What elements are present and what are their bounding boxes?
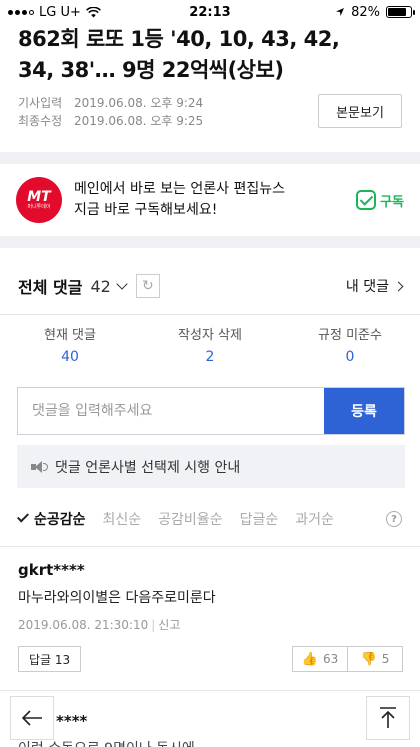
comment-meta: 2019.06.08. 21:30:10 | 신고 — [18, 618, 181, 632]
chevron-right-icon — [393, 281, 404, 291]
mt-logo: MT 머니투데이 — [16, 177, 62, 223]
like-button[interactable]: 👍 63 — [292, 646, 348, 672]
divider — [0, 546, 420, 547]
status-bar: LG U+ 22:13 82% — [0, 0, 420, 24]
sort-tab-oldest[interactable]: 과거순 — [295, 509, 334, 529]
input-date: 2019.06.08. 오후 9:24 — [74, 96, 204, 110]
like-count: 63 — [322, 652, 339, 666]
my-comments-link[interactable]: 내 댓글 — [345, 276, 404, 296]
dislike-button[interactable]: 👎 5 — [347, 646, 403, 672]
stat-value: 0 — [345, 349, 355, 365]
article-header: 862회 로또 1등 '40, 10, 43, 42, 34, 38'… 9명 … — [0, 24, 420, 152]
info-icon[interactable]: ? — [386, 511, 402, 527]
arrow-left-icon — [21, 710, 42, 726]
comment-stats: 현재 댓글 40 작성자 삭제 2 규정 미준수 0 — [0, 326, 420, 374]
stat-label: 현재 댓글 — [44, 328, 96, 343]
sort-tab-latest[interactable]: 최신순 — [103, 509, 142, 529]
speaker-icon — [31, 460, 49, 474]
promo-line-1: 메인에서 바로 보는 언론사 편집뉴스 — [74, 181, 285, 197]
view-original-button[interactable]: 본문보기 — [318, 94, 402, 128]
battery-percent: 82% — [351, 4, 380, 20]
comment-actions: 답글 13 👍 63 👎 5 — [18, 646, 403, 672]
comment-date: 2019.06.08. 21:30:10 — [18, 618, 149, 632]
subscribe-label: 구독 — [380, 194, 404, 210]
reply-label: 답글 — [29, 652, 52, 667]
thumbs-down-icon: 👎 — [360, 651, 377, 667]
headline-line-2: 34, 38'… 9명 22억씩(상보) — [18, 58, 284, 82]
chevron-down-icon[interactable] — [116, 278, 128, 290]
logo-text: MT — [27, 188, 51, 205]
report-link[interactable]: 신고 — [158, 618, 180, 632]
refresh-icon[interactable]: ↻ — [135, 274, 160, 298]
notice-text: 댓글 언론사별 선택제 시행 안내 — [55, 459, 241, 476]
back-button[interactable] — [10, 696, 54, 740]
status-right: 82% — [335, 4, 415, 20]
status-left: LG U+ — [8, 5, 101, 20]
article-headline: 862회 로또 1등 '40, 10, 43, 42, 34, 38'… 9명 … — [18, 24, 402, 86]
headline-line-1: 862회 로또 1등 '40, 10, 43, 42, — [18, 27, 340, 51]
stat-deleted: 작성자 삭제 2 — [140, 326, 280, 374]
stat-current: 현재 댓글 40 — [0, 326, 140, 374]
stat-label: 작성자 삭제 — [178, 328, 242, 343]
wifi-icon — [85, 6, 101, 17]
section-divider — [0, 152, 420, 164]
article-meta: 기사입력 2019.06.08. 오후 9:24 최종수정 2019.06.08. … — [18, 94, 203, 130]
battery-icon — [386, 6, 415, 18]
reply-count: 13 — [54, 652, 71, 667]
logo-subtext: 머니투데이 — [27, 203, 51, 210]
subscribe-button[interactable]: 구독 — [356, 190, 404, 210]
location-icon — [336, 8, 345, 16]
check-icon — [356, 190, 377, 210]
sort-tab-label: 순공감순 — [34, 512, 86, 528]
sort-tab-replies[interactable]: 답글순 — [240, 509, 279, 529]
dislike-count: 5 — [381, 652, 390, 666]
comments-count[interactable]: 42 — [90, 277, 110, 296]
clock: 22:13 — [189, 4, 231, 20]
thumbs-up-icon: 👍 — [301, 651, 318, 667]
stat-value: 40 — [61, 349, 79, 365]
carrier-label: LG U+ — [39, 4, 81, 20]
modified-date-label: 최종수정 — [18, 114, 63, 128]
submit-comment-button[interactable]: 등록 — [324, 388, 404, 434]
divider — [0, 690, 420, 691]
comment-policy-notice[interactable]: 댓글 언론사별 선택제 시행 안내 — [17, 445, 405, 488]
arrow-up-icon — [380, 707, 396, 728]
promo-text: 메인에서 바로 보는 언론사 편집뉴스 지금 바로 구독해보세요! — [74, 179, 356, 221]
subscribe-promo[interactable]: MT 머니투데이 메인에서 바로 보는 언론사 편집뉴스 지금 바로 구독해보세… — [0, 164, 420, 236]
stat-violation: 규정 미준수 0 — [280, 326, 420, 374]
modified-date: 2019.06.08. 오후 9:25 — [74, 114, 204, 128]
comment-author[interactable]: **** — [56, 712, 87, 730]
scroll-top-button[interactable] — [366, 696, 410, 740]
comment-body: 마누라와의이별은 다음주로미룬다 — [18, 590, 216, 606]
comment-form: 등록 — [17, 387, 405, 435]
sort-tab-empathy[interactable]: 순공감순 — [16, 509, 86, 529]
comments-header: 전체 댓글 42 ↻ 내 댓글 — [0, 266, 420, 306]
reply-button[interactable]: 답글 13 — [18, 646, 82, 672]
my-comments-label: 내 댓글 — [345, 279, 389, 295]
promo-line-2: 지금 바로 구독해보세요! — [74, 202, 218, 218]
input-date-label: 기사입력 — [18, 96, 63, 110]
comment-item: gkrt**** 마누라와의이별은 다음주로미룬다 2019.06.08. 21… — [18, 560, 403, 672]
divider — [0, 314, 420, 315]
check-icon — [16, 510, 30, 523]
sort-tab-ratio[interactable]: 공감비율순 — [158, 509, 222, 529]
comment-input[interactable] — [18, 388, 324, 434]
sort-tabs: 순공감순 최신순 공감비율순 답글순 과거순 ? — [0, 502, 420, 536]
stat-label: 규정 미준수 — [318, 328, 382, 343]
comment-author[interactable]: gkrt**** — [18, 560, 402, 580]
stat-value: 2 — [205, 349, 215, 365]
section-divider — [0, 236, 420, 248]
signal-icon — [8, 9, 34, 15]
comments-title: 전체 댓글 — [18, 278, 83, 297]
